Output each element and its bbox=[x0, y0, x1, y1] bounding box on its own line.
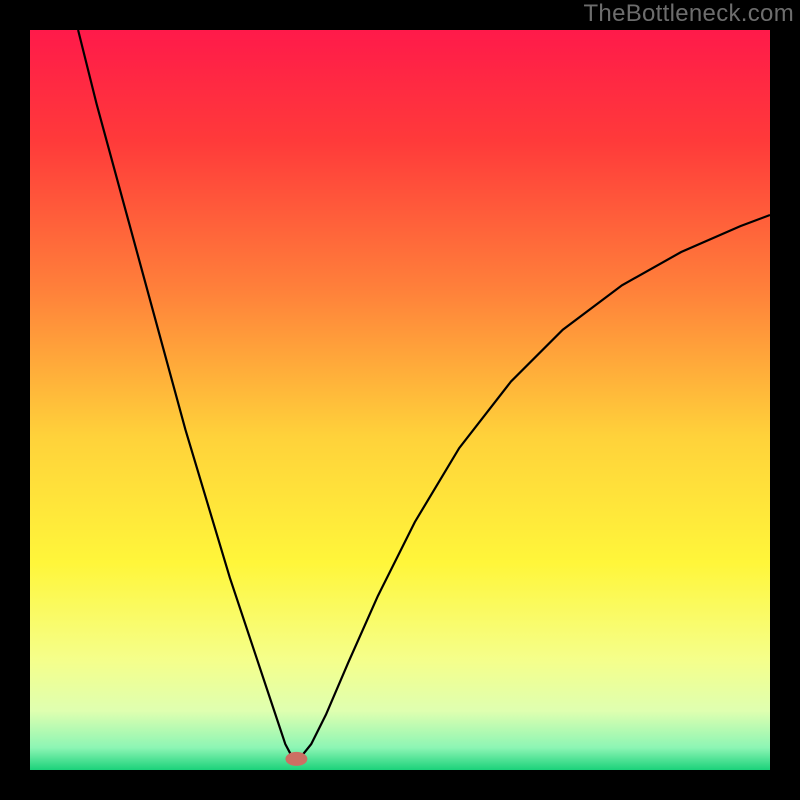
chart-background bbox=[30, 30, 770, 770]
chart-svg bbox=[0, 0, 800, 800]
bottleneck-chart: TheBottleneck.com bbox=[0, 0, 800, 800]
optimal-point-marker bbox=[285, 752, 307, 766]
watermark-text: TheBottleneck.com bbox=[583, 0, 794, 28]
